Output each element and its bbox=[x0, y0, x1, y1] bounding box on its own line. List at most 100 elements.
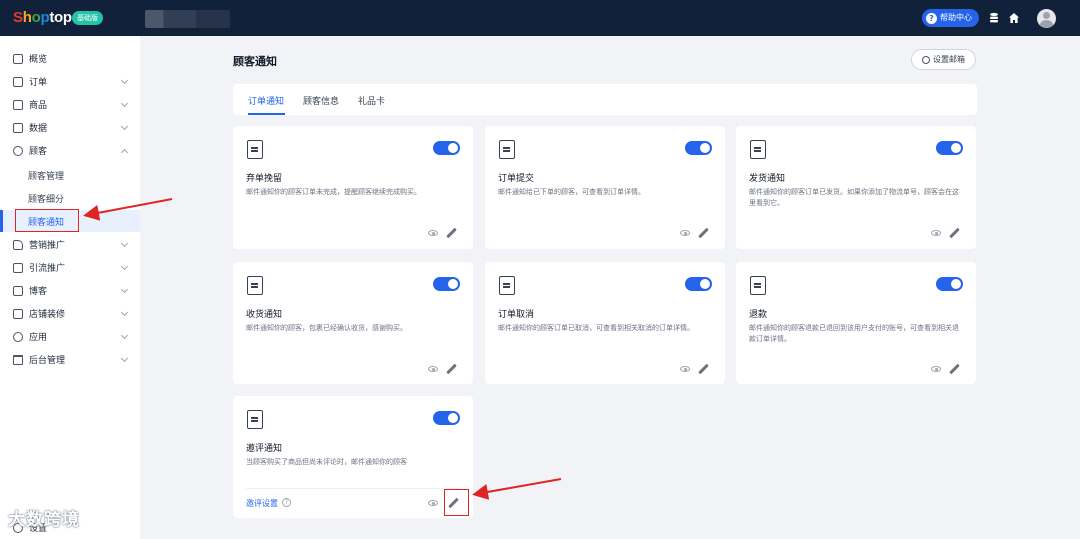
database-icon[interactable] bbox=[988, 12, 1000, 24]
notification-card-abandoned-checkout: 弃单挽留 邮件通知你的顾客订单未完成，提醒顾客继续完成购买。 bbox=[233, 126, 473, 249]
sidebar-item-orders[interactable]: 订单 bbox=[0, 70, 140, 93]
card-description: 邮件通知给已下单的顾客，可查看到订单详情。 bbox=[498, 188, 645, 196]
card-description: 邮件通知你的顾客订单已发货。如果你添加了物流单号，顾客会在这里看到它。 bbox=[749, 188, 959, 207]
sidebar-item-blog[interactable]: 博客 bbox=[0, 279, 140, 302]
refund-folder-icon bbox=[750, 276, 766, 295]
chevron-down-icon bbox=[120, 354, 129, 362]
card-description: 邮件通知你的顾客，包裹已经确认收货，感谢购买。 bbox=[246, 324, 407, 332]
preview-eye-icon[interactable] bbox=[931, 230, 941, 236]
store-name-redacted[interactable] bbox=[145, 10, 230, 28]
tab-customer-info[interactable]: 顾客信息 bbox=[303, 94, 339, 107]
question-icon: ? bbox=[926, 12, 937, 24]
edit-pencil-icon[interactable] bbox=[698, 363, 709, 375]
sidebar-item-label: 店铺装修 bbox=[29, 310, 66, 320]
card-title: 订单提交 bbox=[498, 174, 535, 184]
notification-card-refund: 退款 邮件通知你的顾客退款已退回到该用户支付的账号，可查看到相关退款订单详情。 bbox=[736, 262, 976, 384]
enable-toggle[interactable] bbox=[685, 141, 712, 155]
edit-pencil-icon[interactable] bbox=[698, 227, 709, 239]
review-settings-link[interactable]: 邀评设置 bbox=[246, 498, 278, 509]
app-icon bbox=[13, 331, 23, 342]
sidebar-item-label: 引流推广 bbox=[29, 264, 66, 274]
notification-card-order-cancelled: 订单取消 邮件通知你的顾客订单已取消，可查看到相关取消的订单详情。 bbox=[485, 262, 725, 384]
help-icon[interactable]: ? bbox=[282, 498, 291, 507]
notification-card-shipping: 发货通知 邮件通知你的顾客订单已发货。如果你添加了物流单号，顾客会在这里看到它。 bbox=[736, 126, 976, 249]
sidebar-item-overview[interactable]: 概览 bbox=[0, 47, 140, 70]
card-description: 邮件通知你的顾客退款已退回到该用户支付的账号，可查看到相关退款订单详情。 bbox=[749, 324, 959, 343]
sidebar-item-label: 概览 bbox=[29, 55, 48, 65]
enable-toggle[interactable] bbox=[936, 141, 963, 155]
sidebar-subitem-customer-management[interactable]: 顾客管理 bbox=[0, 164, 140, 186]
box-icon bbox=[13, 99, 23, 110]
chevron-up-icon bbox=[120, 148, 129, 156]
card-title: 发货通知 bbox=[749, 174, 786, 184]
watermark: 大数跨境 bbox=[8, 510, 80, 530]
card-title: 退款 bbox=[749, 310, 768, 320]
card-description: 邮件通知你的顾客订单已取消，可查看到相关取消的订单详情。 bbox=[498, 324, 694, 332]
card-title: 订单取消 bbox=[498, 310, 535, 320]
sidebar-item-label: 商品 bbox=[29, 101, 48, 111]
preview-eye-icon[interactable] bbox=[428, 500, 438, 506]
tab-gift-card[interactable]: 礼品卡 bbox=[358, 94, 385, 107]
card-title: 弃单挽留 bbox=[246, 174, 283, 184]
sidebar-item-admin[interactable]: 后台管理 bbox=[0, 348, 140, 371]
tab-order-notifications[interactable]: 订单通知 bbox=[248, 94, 284, 107]
grid-icon bbox=[13, 53, 23, 64]
doc-icon bbox=[13, 262, 23, 273]
help-center-button[interactable]: ? 帮助中心 bbox=[922, 9, 979, 27]
preview-eye-icon[interactable] bbox=[931, 366, 941, 372]
sidebar-item-label: 后台管理 bbox=[29, 356, 66, 366]
chevron-down-icon bbox=[120, 122, 129, 130]
folder-icon bbox=[13, 354, 23, 365]
sidebar-item-marketing[interactable]: 营销推广 bbox=[0, 233, 140, 256]
set-mailbox-button[interactable]: 设置邮箱 bbox=[911, 49, 976, 70]
document-icon bbox=[499, 140, 515, 159]
preview-eye-icon[interactable] bbox=[428, 366, 438, 372]
card-description: 当顾客购买了商品但尚未评论时，邮件通知你的顾客 bbox=[246, 458, 407, 466]
user-icon bbox=[13, 145, 23, 156]
edit-pencil-icon[interactable] bbox=[949, 363, 960, 375]
sidebar-item-apps[interactable]: 应用 bbox=[0, 325, 140, 348]
sidebar-item-customers[interactable]: 顾客 bbox=[0, 139, 140, 162]
chevron-down-icon bbox=[120, 76, 129, 84]
tag-icon bbox=[13, 239, 23, 250]
notification-card-order-submitted: 订单提交 邮件通知给已下单的顾客，可查看到订单详情。 bbox=[485, 126, 725, 249]
sidebar-item-label: 博客 bbox=[29, 287, 48, 297]
review-doc-icon bbox=[247, 410, 263, 429]
preview-eye-icon[interactable] bbox=[680, 230, 690, 236]
edit-pencil-icon[interactable] bbox=[949, 227, 960, 239]
enable-toggle[interactable] bbox=[433, 141, 460, 155]
chevron-down-icon bbox=[120, 262, 129, 270]
sidebar-item-data[interactable]: 数据 bbox=[0, 116, 140, 139]
enable-toggle[interactable] bbox=[936, 277, 963, 291]
sidebar-item-products[interactable]: 商品 bbox=[0, 93, 140, 116]
home-icon[interactable] bbox=[1008, 12, 1020, 24]
shipping-doc-icon bbox=[750, 140, 766, 159]
enable-toggle[interactable] bbox=[433, 411, 460, 425]
edit-pencil-icon[interactable] bbox=[446, 227, 457, 239]
sidebar-subitem-customer-segments[interactable]: 顾客细分 bbox=[0, 187, 140, 209]
enable-toggle[interactable] bbox=[433, 277, 460, 291]
cancel-doc-icon bbox=[499, 276, 515, 295]
sidebar-item-label: 订单 bbox=[29, 78, 48, 88]
receive-doc-icon bbox=[247, 276, 263, 295]
page-title: 顾客通知 bbox=[233, 55, 277, 68]
sidebar-item-store-design[interactable]: 店铺装修 bbox=[0, 302, 140, 325]
notification-tabs: 订单通知 顾客信息 礼品卡 bbox=[233, 84, 977, 115]
set-mailbox-label: 设置邮箱 bbox=[933, 55, 965, 64]
edit-pencil-icon[interactable] bbox=[446, 363, 457, 375]
chevron-down-icon bbox=[120, 331, 129, 339]
chevron-down-icon bbox=[120, 99, 129, 107]
annotation-highlight-box bbox=[444, 489, 469, 516]
shoptop-logo[interactable]: Shoptop bbox=[13, 9, 72, 26]
enable-toggle[interactable] bbox=[685, 277, 712, 291]
preview-eye-icon[interactable] bbox=[428, 230, 438, 236]
card-description: 邮件通知你的顾客订单未完成，提醒顾客继续完成购买。 bbox=[246, 188, 421, 196]
sidebar-item-traffic[interactable]: 引流推广 bbox=[0, 256, 140, 279]
avatar[interactable] bbox=[1037, 9, 1056, 28]
sidebar-item-label: 顾客 bbox=[29, 147, 48, 157]
store-icon bbox=[13, 308, 23, 319]
card-title: 收货通知 bbox=[246, 310, 283, 320]
preview-eye-icon[interactable] bbox=[680, 366, 690, 372]
edit-doc-icon bbox=[247, 140, 263, 159]
gear-icon bbox=[922, 55, 930, 64]
